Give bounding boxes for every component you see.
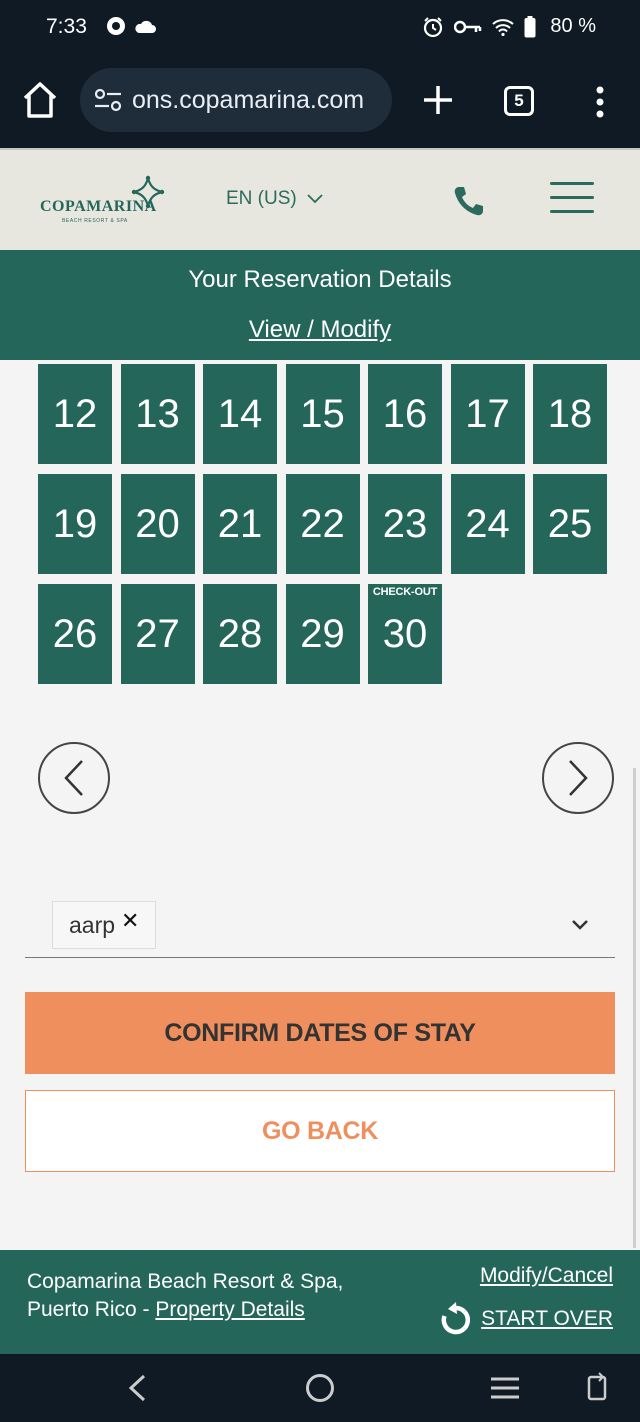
calendar-day-30[interactable]: CHECK-OUT 30 — [368, 584, 442, 684]
reservation-banner: Your Reservation Details View / Modify — [0, 250, 640, 360]
calendar-day-number: 26 — [52, 611, 98, 656]
calendar-day-number: 30 — [382, 611, 428, 656]
status-time: 7:33 — [46, 15, 87, 38]
copamarina-logo[interactable]: COPAMARINA BEACH RESORT & SPA — [40, 174, 170, 230]
logo-tagline: BEACH RESORT & SPA — [62, 218, 128, 224]
system-back-icon[interactable] — [126, 1374, 148, 1402]
chevron-down-icon[interactable] — [571, 918, 589, 932]
calendar-day-23[interactable]: 23 — [368, 474, 442, 574]
chevron-right-icon — [569, 760, 588, 796]
calendar-day-number: 19 — [52, 501, 98, 546]
site-header: COPAMARINA BEACH RESORT & SPA EN (US) — [0, 148, 640, 250]
calendar-day-18[interactable]: 18 — [533, 364, 607, 464]
calendar-day-number: 25 — [547, 501, 593, 546]
cloud-icon — [135, 20, 156, 33]
remove-chip-icon[interactable]: ✕ — [121, 908, 139, 934]
calendar-day-19[interactable]: 19 — [38, 474, 112, 574]
calendar-day-14[interactable]: 14 — [203, 364, 277, 464]
modify-cancel-link[interactable]: Modify/Cancel — [480, 1264, 613, 1288]
calendar-day-17[interactable]: 17 — [450, 364, 525, 464]
battery-percent: 80 % — [550, 15, 596, 37]
tab-switcher-button[interactable]: 5 — [504, 86, 534, 116]
status-bar: 7:33 80 % — [0, 0, 640, 56]
rotate-screen-icon[interactable] — [586, 1372, 608, 1404]
calendar-day-number: 23 — [382, 501, 428, 546]
calendar-day-number: 24 — [465, 501, 510, 546]
vpn-key-icon — [454, 20, 482, 33]
footer-location-prefix: Puerto Rico - — [27, 1298, 156, 1321]
calendar-day-number: 15 — [300, 391, 345, 436]
calendar-day-21[interactable]: 21 — [203, 474, 277, 574]
start-over-link[interactable]: START OVER — [439, 1302, 613, 1336]
status-notification-icons — [106, 16, 156, 36]
calendar-day-24[interactable]: 24 — [450, 474, 525, 574]
system-home-icon[interactable] — [306, 1374, 334, 1402]
calendar-day-28[interactable]: 28 — [203, 584, 277, 684]
calendar-day-number: 17 — [465, 391, 510, 436]
calendar-day-number: 27 — [135, 611, 180, 656]
property-details-link[interactable]: Property Details — [155, 1298, 304, 1321]
calendar-day-number: 16 — [382, 391, 428, 436]
browser-home-icon[interactable] — [22, 80, 58, 120]
footer-resort-name: Copamarina Beach Resort & Spa, — [27, 1270, 344, 1293]
calendar-day-16[interactable]: 16 — [368, 364, 442, 464]
calendar-day-number: 22 — [300, 501, 345, 546]
calendar-day-number: 18 — [547, 391, 593, 436]
calendar-day-12[interactable]: 12 — [38, 364, 112, 464]
hamburger-line — [550, 182, 594, 185]
site-settings-icon[interactable] — [94, 88, 122, 112]
messaging-app-icon — [107, 17, 125, 35]
address-bar[interactable]: ons.copamarina.com — [80, 68, 392, 132]
view-modify-link[interactable]: View / Modify — [0, 316, 640, 344]
calendar-day-number: 20 — [135, 501, 180, 546]
calendar-day-number: 28 — [217, 611, 263, 656]
restart-icon — [441, 1302, 471, 1335]
calendar-day-number: 13 — [135, 391, 180, 436]
checkout-tag: CHECK-OUT — [372, 586, 438, 598]
site-footer: Copamarina Beach Resort & Spa, Puerto Ri… — [0, 1250, 640, 1354]
hamburger-line — [550, 196, 594, 199]
new-tab-icon[interactable] — [418, 80, 458, 120]
browser-menu-icon[interactable] — [590, 84, 610, 120]
page-scrollbar[interactable] — [633, 768, 636, 1248]
site-menu-button[interactable] — [550, 182, 594, 216]
logo-wordmark: COPAMARINA — [40, 198, 157, 215]
calendar-day-29[interactable]: 29 — [285, 584, 360, 684]
status-right-icons: 80 % — [422, 15, 596, 38]
calendar-day-20[interactable]: 20 — [120, 474, 195, 574]
browser-toolbar: ons.copamarina.com 5 — [0, 56, 640, 148]
calendar-day-26[interactable]: 26 — [38, 584, 112, 684]
calendar-day-27[interactable]: 27 — [120, 584, 195, 684]
calendar-day-number: 12 — [52, 391, 98, 436]
hamburger-line — [550, 210, 594, 213]
start-over-label: START OVER — [481, 1307, 613, 1330]
reservation-title: Your Reservation Details — [188, 266, 452, 293]
language-label: EN (US) — [226, 188, 297, 209]
promo-chip-label: aarp — [69, 911, 116, 938]
phone-icon[interactable] — [452, 184, 486, 218]
chevron-left-icon — [64, 760, 83, 796]
alarm-icon — [424, 16, 443, 37]
confirm-dates-button[interactable]: CONFIRM DATES OF STAY — [25, 992, 615, 1074]
calendar-day-number: 21 — [217, 501, 263, 546]
promo-chip: aarp ✕ — [52, 901, 156, 949]
next-month-button[interactable] — [542, 742, 614, 814]
chevron-down-icon — [307, 194, 323, 204]
go-back-button[interactable]: GO BACK — [25, 1090, 615, 1172]
language-selector[interactable]: EN (US) — [226, 188, 323, 210]
calendar-day-22[interactable]: 22 — [285, 474, 360, 574]
calendar-day-number: 29 — [300, 611, 345, 656]
calendar-day-13[interactable]: 13 — [120, 364, 195, 464]
previous-month-button[interactable] — [38, 742, 110, 814]
wifi-icon — [492, 18, 515, 36]
system-navigation-bar — [0, 1354, 640, 1422]
system-recents-icon[interactable] — [490, 1376, 520, 1400]
calendar-day-25[interactable]: 25 — [533, 474, 607, 574]
address-url: ons.copamarina.com — [132, 85, 365, 114]
footer-location: Puerto Rico - Property Details — [27, 1298, 305, 1322]
battery-icon — [524, 15, 536, 37]
calendar-day-number: 14 — [217, 391, 263, 436]
promo-code-select[interactable]: aarp ✕ — [25, 890, 615, 958]
calendar-day-15[interactable]: 15 — [285, 364, 360, 464]
